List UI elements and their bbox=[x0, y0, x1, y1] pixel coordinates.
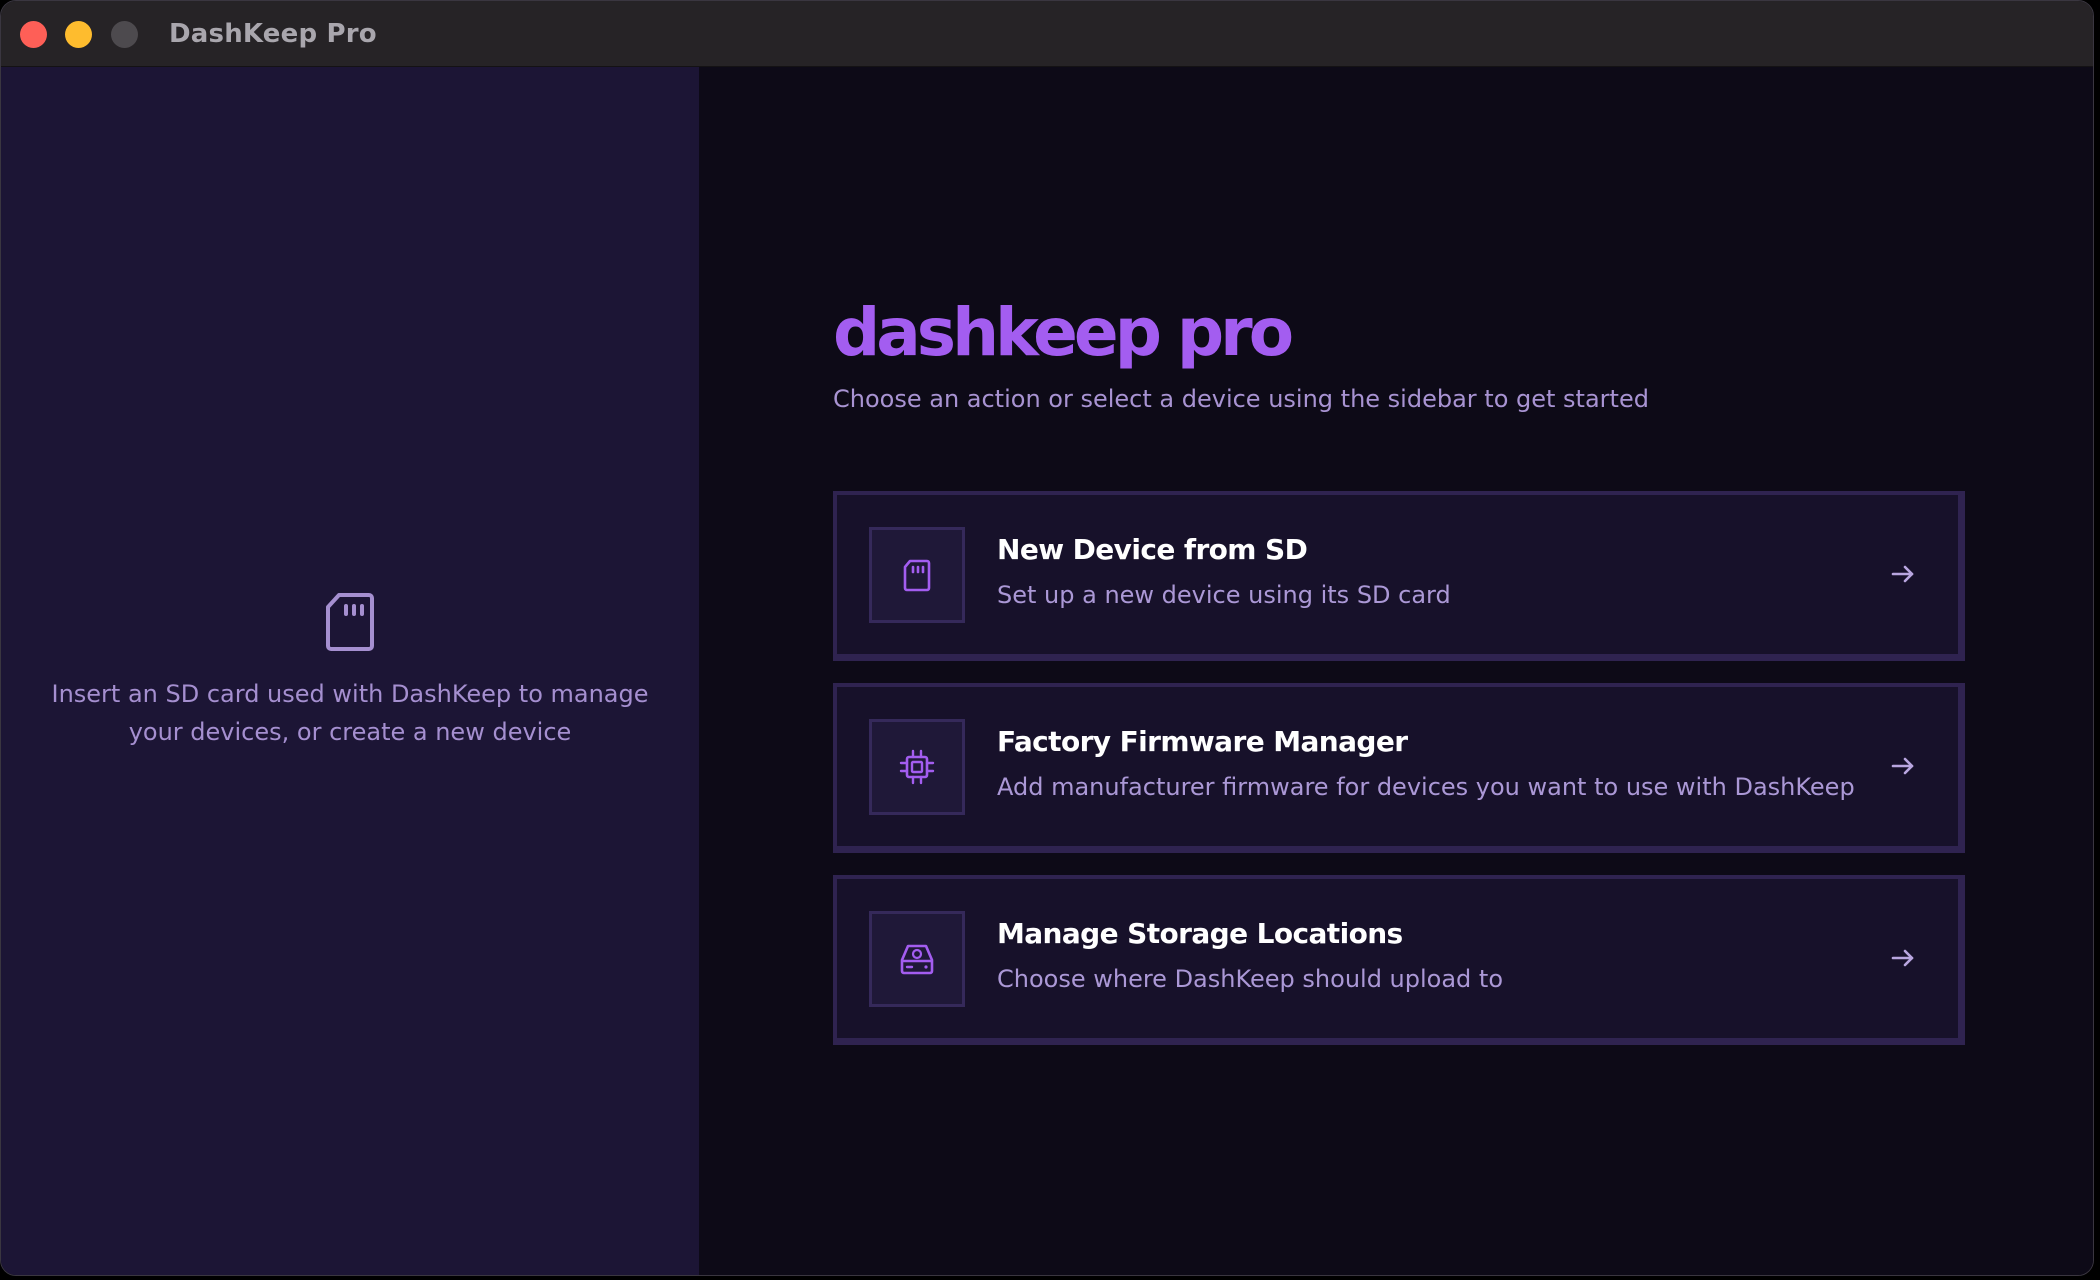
close-window-button[interactable] bbox=[20, 21, 47, 48]
app-window: DashKeep Pro Insert an SD card used with… bbox=[0, 0, 2094, 1276]
main-content: dashkeep pro Choose an action or select … bbox=[699, 67, 2093, 1275]
card-title: Manage Storage Locations bbox=[997, 917, 1403, 950]
factory-firmware-manager-button[interactable]: Factory Firmware Manager Add manufacture… bbox=[833, 683, 1965, 853]
minimize-window-button[interactable] bbox=[65, 21, 92, 48]
arrow-right-icon bbox=[1891, 565, 1914, 583]
card-description: Choose where DashKeep should upload to bbox=[997, 965, 1504, 993]
sd-card-icon bbox=[326, 593, 374, 651]
hard-drive-icon bbox=[900, 944, 934, 975]
sidebar-empty-message: Insert an SD card used with DashKeep to … bbox=[51, 680, 649, 746]
sd-card-icon bbox=[903, 559, 931, 592]
arrow-right-icon bbox=[1891, 949, 1914, 967]
card-description: Set up a new device using its SD card bbox=[997, 581, 1451, 609]
chip-icon bbox=[899, 749, 935, 785]
card-title: Factory Firmware Manager bbox=[997, 725, 1408, 758]
card-description: Add manufacturer firmware for devices yo… bbox=[997, 773, 1855, 801]
card-icon-box bbox=[869, 527, 965, 623]
maximize-window-button[interactable] bbox=[111, 21, 138, 48]
brand-logo: dashkeep pro bbox=[833, 294, 1294, 371]
sidebar: Insert an SD card used with DashKeep to … bbox=[1, 67, 699, 1275]
card-icon-box bbox=[869, 911, 965, 1007]
window-title: DashKeep Pro bbox=[169, 19, 377, 49]
manage-storage-locations-button[interactable]: Manage Storage Locations Choose where Da… bbox=[833, 875, 1965, 1045]
page-subtitle: Choose an action or select a device usin… bbox=[833, 385, 1649, 413]
card-icon-box bbox=[869, 719, 965, 815]
new-device-from-sd-button[interactable]: New Device from SD Set up a new device u… bbox=[833, 491, 1965, 661]
card-title: New Device from SD bbox=[997, 533, 1308, 566]
title-bar: DashKeep Pro bbox=[1, 1, 2093, 67]
arrow-right-icon bbox=[1891, 757, 1914, 775]
